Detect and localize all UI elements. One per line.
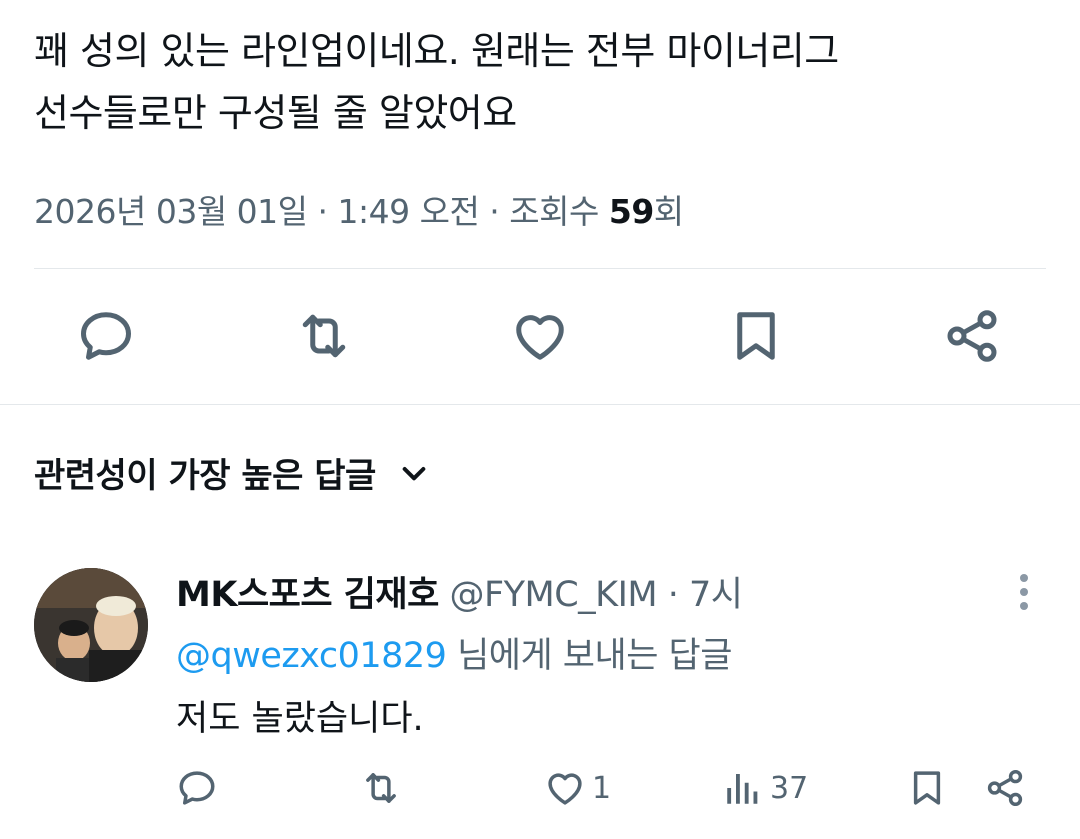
tweet-timestamp[interactable]: 2026년 03월 01일 · 1:49 오전 · 조회수: [34, 192, 609, 231]
like-icon: [516, 315, 564, 360]
reply-to-suffix: 님에게 보내는 답글: [446, 636, 732, 676]
reply-author-handle[interactable]: @FYMC_KIM: [449, 575, 657, 615]
reply-reply-button[interactable]: [176, 766, 218, 810]
reply-to-line: @qwezxc01829 님에게 보내는 답글: [176, 627, 732, 678]
tweet-text: 꽤 성의 있는 라인업이네요. 원래는 전부 마이너리그 선수들로만 구성될 줄…: [34, 20, 1044, 144]
reply-sort-dropdown[interactable]: 관련성이 가장 높은 답글: [34, 448, 430, 497]
reply-view-count: 37: [770, 770, 809, 806]
reply-retweet-button[interactable]: [360, 766, 402, 810]
avatar-photo: [34, 568, 148, 682]
chevron-down-icon: [402, 466, 426, 480]
tweet-meta: 2026년 03월 01일 · 1:49 오전 · 조회수 59회: [34, 185, 684, 233]
reply-like-count: 1: [592, 770, 612, 806]
reply-time[interactable]: 7시: [689, 575, 743, 615]
share-icon: [987, 769, 1023, 807]
reply-views-button[interactable]: 37: [722, 766, 808, 810]
divider: [34, 268, 1046, 269]
share-icon: [947, 310, 997, 362]
more-vertical-icon: [1020, 574, 1028, 610]
reply-author-name[interactable]: MK스포츠 김재호: [176, 575, 439, 615]
reply-icon: [179, 771, 215, 805]
bookmark-button[interactable]: [726, 306, 786, 370]
reply-like-button[interactable]: 1: [544, 766, 611, 810]
retweet-button[interactable]: [294, 306, 354, 370]
more-options-button[interactable]: [1010, 572, 1038, 612]
reply-text: 저도 놀랐습니다.: [176, 699, 424, 739]
tweet-view-count: 59: [608, 192, 654, 231]
reply-to-mention[interactable]: @qwezxc01829: [176, 636, 447, 676]
reply-bookmark-button[interactable]: [906, 766, 948, 810]
retweet-icon: [366, 773, 396, 803]
bookmark-icon: [737, 312, 775, 360]
section-divider: [0, 404, 1080, 405]
tweet-text-line-1: 꽤 성의 있는 라인업이네요. 원래는 전부 마이너리그: [34, 29, 839, 73]
separator-dot: ·: [657, 575, 689, 615]
retweet-icon: [302, 314, 346, 358]
like-icon: [548, 773, 582, 805]
reply-button[interactable]: [76, 306, 136, 370]
reply-icon: [81, 312, 131, 360]
reply-header: MK스포츠 김재호 @FYMC_KIM · 7시: [176, 566, 743, 617]
analytics-icon: [727, 774, 758, 804]
reply-sort-label: 관련성이 가장 높은 답글: [34, 456, 376, 496]
tweet-text-line-2: 선수들로만 구성될 줄 알았어요: [34, 91, 517, 135]
like-button[interactable]: [510, 306, 570, 370]
tweet-view-suffix: 회: [653, 192, 684, 231]
bookmark-icon: [913, 771, 941, 805]
avatar[interactable]: [34, 568, 148, 682]
reply-share-button[interactable]: [984, 766, 1026, 810]
share-button[interactable]: [942, 306, 1002, 370]
